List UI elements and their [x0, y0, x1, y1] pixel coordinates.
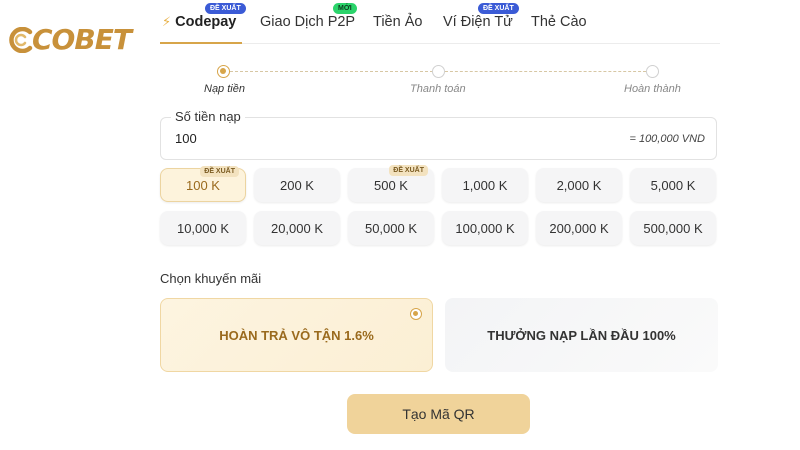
promotion-section-label: Chọn khuyến mãi	[160, 271, 262, 286]
deposit-stepper: Nạp tiền Thanh toán Hoàn thành	[160, 62, 720, 102]
amount-option-500k[interactable]: 500 K ĐỀ XUẤT	[348, 165, 434, 202]
step-dot-deposit	[217, 65, 230, 78]
active-tab-indicator	[160, 42, 242, 44]
amount-option-label: 2,000 K	[556, 177, 602, 193]
brand-logo-text: COBET	[32, 23, 132, 56]
promotion-option-label: HOÀN TRẢ VÔ TẬN 1.6%	[219, 327, 374, 343]
step-connector	[445, 71, 646, 72]
step-connector	[230, 71, 433, 72]
amount-option-label: 1,000 K	[462, 177, 508, 193]
amount-converted-value: = 100,000 VND	[629, 133, 705, 145]
promotion-option-cashback[interactable]: HOÀN TRẢ VÔ TẬN 1.6%	[160, 298, 433, 372]
amount-option-20000k[interactable]: 20,000 K	[254, 211, 340, 245]
amount-field-label: Số tiền nạp	[171, 109, 245, 124]
step-dot-payment	[432, 65, 445, 78]
amount-option-200000k[interactable]: 200,000 K	[536, 211, 622, 245]
amount-option-10000k[interactable]: 10,000 K	[160, 211, 246, 245]
recommended-badge: ĐỀ XUẤT	[389, 165, 428, 176]
amount-option-50000k[interactable]: 50,000 K	[348, 211, 434, 245]
tab-crypto[interactable]: Tiền Ảo	[373, 14, 422, 30]
payment-method-tabs: ⚡ Codepay Giao Dịch P2P Tiền Ảo Ví Điện T…	[160, 0, 720, 44]
tab-p2p-badge: MỚI	[333, 3, 357, 14]
step-label-payment: Thanh toán	[410, 83, 466, 95]
amount-option-500000k[interactable]: 500,000 K	[630, 211, 716, 245]
tab-p2p[interactable]: Giao Dịch P2P	[260, 14, 355, 30]
amount-option-label: 50,000 K	[364, 220, 418, 236]
amount-input[interactable]	[175, 131, 475, 146]
create-qr-button[interactable]: Tạo Mã QR	[347, 394, 530, 434]
recommended-badge: ĐỀ XUẤT	[200, 166, 239, 177]
tab-e-wallet[interactable]: Ví Điện Tử	[443, 14, 513, 30]
amount-option-1000k[interactable]: 1,000 K	[442, 168, 528, 202]
cobet-logo-icon	[9, 27, 33, 53]
amount-option-label: 100,000 K	[455, 220, 515, 236]
radio-selected-icon	[410, 308, 422, 320]
amount-option-200k[interactable]: 200 K	[254, 168, 340, 202]
promotion-option-first-deposit[interactable]: THƯỞNG NẠP LẦN ĐẦU 100%	[445, 298, 718, 372]
tab-scratch-card[interactable]: Thẻ Cào	[531, 14, 587, 30]
brand-logo: COBET	[8, 22, 132, 58]
amount-option-5000k[interactable]: 5,000 K	[630, 168, 716, 202]
amount-option-label: 200,000 K	[549, 220, 609, 236]
lightning-bolt-icon: ⚡	[162, 14, 172, 29]
tab-codepay[interactable]: ⚡ Codepay	[162, 14, 236, 30]
amount-option-label: 5,000 K	[650, 177, 696, 193]
step-label-complete: Hoàn thành	[624, 83, 681, 95]
amount-field: Số tiền nạp = 100,000 VND	[160, 109, 717, 160]
tab-codepay-label: Codepay	[175, 14, 237, 30]
amount-option-label: 500,000 K	[643, 220, 703, 236]
amount-option-label: 10,000 K	[176, 220, 230, 236]
step-label-deposit: Nạp tiền	[204, 83, 245, 95]
amount-option-label: 20,000 K	[270, 220, 324, 236]
step-dot-complete	[646, 65, 659, 78]
amount-option-label: 200 K	[280, 177, 314, 193]
amount-option-label: 500 K	[374, 177, 408, 193]
amount-option-100k[interactable]: 100 K ĐỀ XUẤT	[160, 166, 246, 202]
promotion-option-label: THƯỞNG NẠP LẦN ĐẦU 100%	[487, 327, 676, 343]
tab-codepay-badge: ĐỀ XUẤT	[205, 3, 246, 14]
amount-option-label: 100 K	[186, 177, 220, 193]
amount-option-2000k[interactable]: 2,000 K	[536, 168, 622, 202]
amount-option-100000k[interactable]: 100,000 K	[442, 211, 528, 245]
tab-e-wallet-badge: ĐỀ XUẤT	[478, 3, 519, 14]
